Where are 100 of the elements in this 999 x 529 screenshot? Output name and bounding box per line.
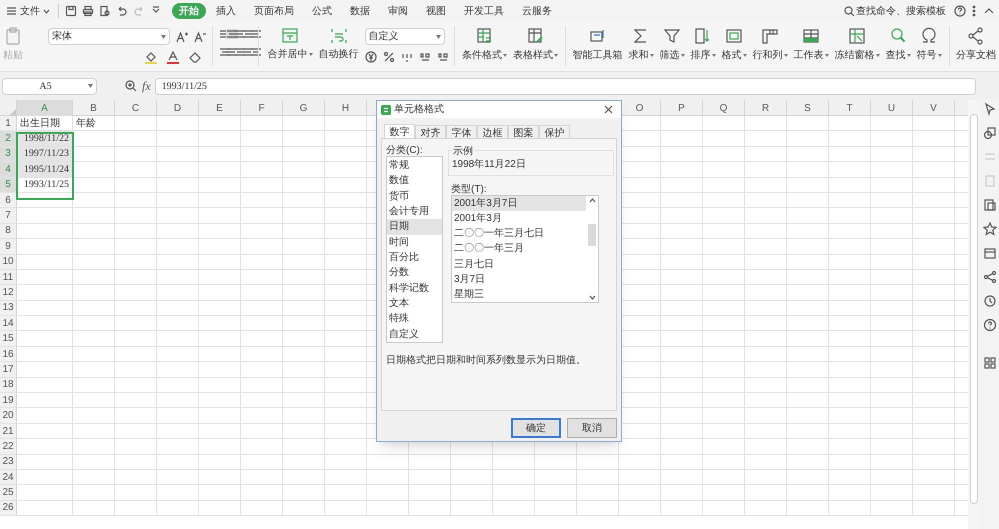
search-button[interactable]: 查找命令、搜索模板 [844,4,946,18]
row-header[interactable]: 26 [0,500,17,516]
fill-color-icon[interactable] [144,50,158,64]
save-icon[interactable] [65,5,77,17]
row-header[interactable]: 23 [0,454,17,469]
dialog-tab[interactable]: 边框 [477,125,508,138]
column-header[interactable]: V [913,100,955,116]
category-item[interactable]: 常规 [387,158,442,174]
function-label[interactable]: fx [142,77,151,95]
toolbar-button[interactable]: 查找 [882,27,914,63]
toolbar-button[interactable]: 求和 [626,27,657,63]
row-header[interactable]: 13 [0,300,17,316]
row-header[interactable]: 8 [0,224,17,238]
toolbar-button[interactable]: 行和列 [750,27,791,63]
category-item[interactable]: 科学记数 [387,280,442,296]
row-header[interactable]: 12 [0,285,17,300]
dialog-tab[interactable]: 保护 [539,125,570,138]
toolbar-button[interactable]: 条件格式 [459,27,510,63]
ribbon-tab[interactable]: 审阅 [380,3,416,19]
column-header[interactable]: D [157,100,199,116]
ribbon-tab[interactable]: 云服务 [514,3,560,19]
dialog-tab[interactable]: 图案 [508,125,539,138]
row-header[interactable]: 25 [0,485,17,500]
row-header[interactable]: 6 [0,192,17,208]
ribbon-tab[interactable]: 视图 [418,3,454,19]
type-item[interactable]: 二〇〇一年三月 [452,241,586,257]
box-icon[interactable] [982,246,996,260]
column-header[interactable]: S [787,100,829,116]
column-header[interactable]: P [661,100,703,116]
history-icon[interactable] [982,294,996,308]
ribbon-tab[interactable]: 页面布局 [246,3,302,19]
column-header[interactable]: C [115,100,157,116]
row-header[interactable]: 15 [0,331,17,346]
toolbar-button[interactable]: 符号 [914,27,945,63]
column-header[interactable]: H [325,100,367,116]
category-item[interactable]: 特殊 [387,311,442,327]
column-header[interactable]: R [745,100,787,116]
row-header[interactable]: 17 [0,362,17,377]
distribute-icon[interactable] [250,47,262,57]
dialog-tab[interactable]: 字体 [446,125,477,138]
name-box[interactable]: A5 [2,78,97,94]
help-icon[interactable] [982,318,996,332]
ribbon-tab[interactable]: 开发工具 [456,3,512,19]
toolbar-button[interactable]: 表格样式 [510,27,562,63]
ribbon-tab[interactable]: 数据 [342,3,378,19]
category-item[interactable]: 时间 [387,234,442,250]
toolbar-button[interactable]: 分享文档 [953,27,999,63]
type-item[interactable]: 2001年3月 [452,211,586,226]
more-icon[interactable] [972,5,976,17]
toolbar-button[interactable]: 冻结窗格 [832,27,883,63]
column-header[interactable]: E [199,100,241,116]
decrease-decimal-icon[interactable] [436,51,449,63]
row-header[interactable]: 16 [0,346,17,362]
undo-icon[interactable] [116,5,128,17]
ribbon-tab[interactable]: 公式 [304,3,340,19]
increase-decimal-icon[interactable] [418,51,431,63]
scroll-down-icon[interactable] [588,295,596,300]
category-item[interactable]: 自定义 [387,326,442,342]
toolbar-button[interactable]: 智能工具箱 [570,27,626,63]
row-header[interactable]: 19 [0,393,17,408]
percent-icon[interactable] [382,51,395,63]
pages-icon[interactable] [982,198,996,212]
cursor-icon[interactable] [982,102,996,116]
font-color-icon[interactable] [166,50,180,64]
type-item[interactable]: 2001年3月7日 [452,196,586,212]
dialog-button[interactable]: 取消 [567,418,617,438]
dialog-tab[interactable]: 对齐 [415,125,446,138]
align-middle-icon[interactable] [226,29,238,39]
column-header[interactable]: B [73,100,115,116]
row-header[interactable]: 11 [0,270,17,284]
type-list[interactable]: 2001年3月7日 2001年3月 二〇〇一年三月七日 二〇〇一年三月 三月七日 3月7日 星期三 [451,195,599,303]
row-header[interactable]: 9 [0,239,17,254]
share-icon[interactable] [982,270,996,284]
column-header[interactable]: Q [703,100,745,116]
column-header[interactable]: F [241,100,283,116]
row-header[interactable]: 20 [0,408,17,423]
currency-icon[interactable] [364,51,377,63]
row-header[interactable]: 22 [0,439,17,454]
collapse-icon[interactable] [984,7,994,15]
close-icon[interactable] [604,105,613,114]
row-header[interactable]: 7 [0,208,17,223]
font-field[interactable]: 宋体 [48,28,170,45]
toolbar-button[interactable]: 排序 [688,27,719,63]
shrink-font-icon[interactable] [194,30,206,42]
indent-icon[interactable] [250,29,262,39]
category-item[interactable]: 百分比 [387,250,442,266]
preview-icon[interactable] [99,5,111,17]
row-header[interactable]: 10 [0,254,17,269]
type-item[interactable]: 星期三 [452,286,586,302]
dialog-tab[interactable]: 数字 [384,124,415,138]
grow-font-icon[interactable] [176,30,188,42]
thousands-icon[interactable] [400,51,413,63]
category-item[interactable]: 文本 [387,296,442,312]
grid-icon[interactable] [982,356,996,370]
scroll-up-icon[interactable] [588,198,596,203]
justify-icon[interactable] [242,47,254,57]
toolbar-button[interactable]: 合并居中 [264,27,316,62]
row-header[interactable]: 21 [0,424,17,438]
shapes-icon[interactable] [982,126,996,140]
category-item[interactable]: 数值 [387,173,442,189]
